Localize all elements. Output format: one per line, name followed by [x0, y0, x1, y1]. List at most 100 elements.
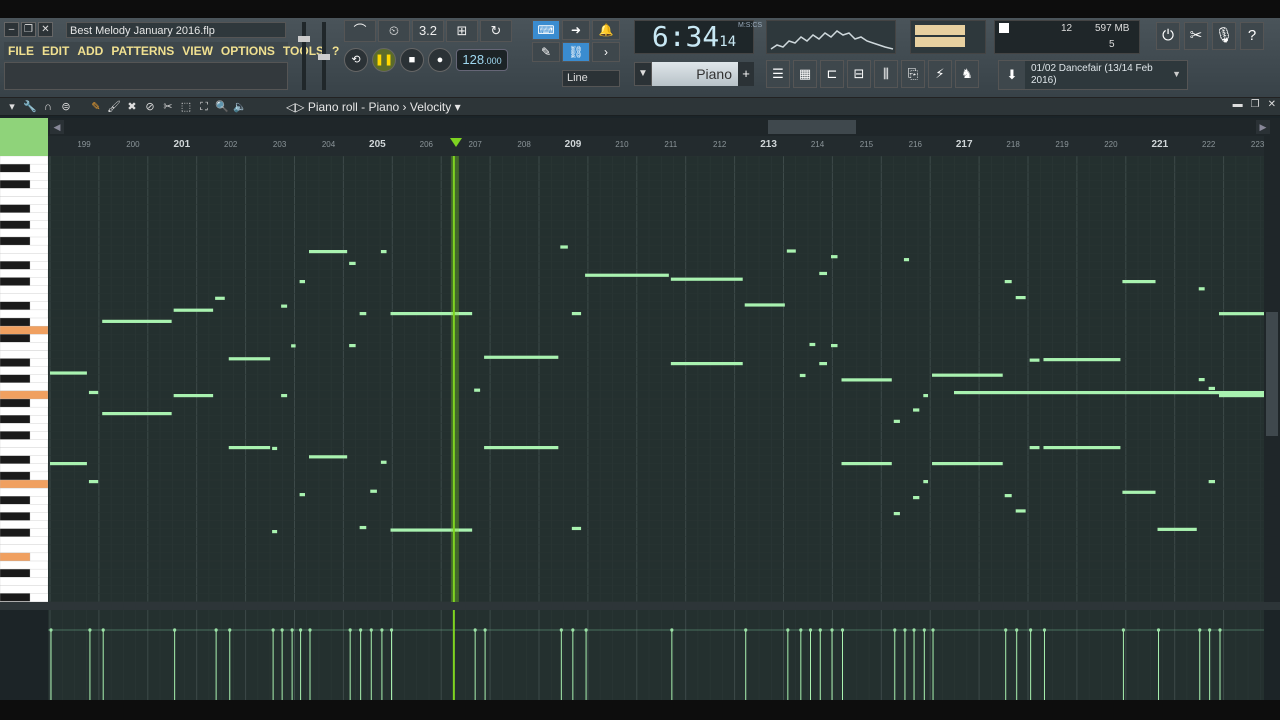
note[interactable]	[1004, 280, 1012, 284]
black-key[interactable]	[0, 204, 31, 213]
piano-keyboard[interactable]	[0, 118, 48, 602]
vscroll-thumb[interactable]	[1266, 312, 1278, 436]
white-key[interactable]	[0, 406, 48, 416]
volume-knob[interactable]	[298, 36, 310, 42]
timeline-ruler[interactable]: 199 200 201 202 203 204 205 206 207 208 209 210 211 2…	[48, 136, 1264, 156]
note[interactable]	[281, 304, 288, 308]
note[interactable]	[50, 462, 87, 466]
record-button[interactable]: ●	[428, 48, 452, 72]
note[interactable]	[309, 250, 348, 254]
black-key[interactable]	[0, 512, 31, 521]
menu-help[interactable]: ?	[328, 42, 343, 60]
play-target-icon[interactable]: ◁▷	[286, 100, 304, 114]
playlist-icon[interactable]: ☰	[766, 60, 790, 88]
note[interactable]	[809, 342, 816, 347]
brush-icon[interactable]: ✎	[532, 42, 560, 62]
note[interactable]	[102, 319, 172, 323]
note-canvas[interactable]	[48, 156, 1264, 602]
white-key[interactable]	[0, 244, 48, 254]
piano-keys[interactable]	[0, 156, 48, 602]
note[interactable]	[670, 362, 743, 366]
black-key[interactable]	[0, 163, 31, 173]
channel-selector[interactable]: ▼ Piano +	[634, 62, 754, 86]
note[interactable]	[841, 378, 892, 382]
power-icon[interactable]: ⏻	[1156, 22, 1180, 50]
note[interactable]	[831, 255, 838, 259]
event-target-dropdown-icon[interactable]: ▾	[455, 100, 461, 114]
restore-icon[interactable]: ❐	[21, 22, 36, 37]
piano-roll-name[interactable]: Piano roll - Piano	[308, 100, 399, 114]
scroll-left-icon[interactable]: ◀	[50, 120, 64, 134]
stamp-icon[interactable]: ⊜	[58, 99, 74, 115]
black-key[interactable]	[0, 374, 31, 383]
note[interactable]	[819, 271, 828, 276]
note[interactable]	[923, 393, 929, 398]
black-key[interactable]	[0, 455, 31, 464]
note[interactable]	[370, 489, 377, 493]
white-key[interactable]	[0, 342, 48, 351]
note[interactable]	[88, 390, 99, 395]
note[interactable]	[831, 344, 838, 348]
menu-add[interactable]: ADD	[73, 42, 107, 60]
note[interactable]	[571, 526, 582, 531]
white-key[interactable]	[0, 544, 48, 554]
note[interactable]	[1029, 446, 1040, 450]
pitch-knob[interactable]	[318, 54, 330, 60]
minimize-icon[interactable]: –	[4, 22, 19, 37]
pr-close-icon[interactable]: ✕	[1268, 99, 1276, 110]
browser-icon[interactable]: ⊟	[847, 60, 871, 88]
paintbrush-icon[interactable]: 🖌	[106, 99, 122, 115]
white-key[interactable]	[0, 285, 48, 294]
playhead-marker[interactable]	[449, 138, 462, 147]
note[interactable]	[390, 528, 473, 532]
velocity-lane[interactable]	[48, 610, 1264, 700]
note[interactable]	[799, 373, 806, 378]
note[interactable]	[923, 480, 929, 484]
note[interactable]	[841, 462, 892, 466]
note[interactable]	[1208, 480, 1215, 484]
stop-button[interactable]: ■	[400, 48, 424, 72]
loop-record-icon[interactable]: ↻	[480, 20, 512, 42]
plugin-icon[interactable]: ⚡	[928, 60, 952, 88]
note[interactable]	[1218, 312, 1264, 316]
close-icon[interactable]: ✕	[38, 22, 53, 37]
horizontal-scrollbar[interactable]: ◀ ▶	[48, 118, 1280, 136]
pattern-length-button[interactable]: 3.2	[412, 20, 444, 42]
black-key[interactable]	[0, 593, 31, 602]
news-dropdown-icon[interactable]: ▼	[1172, 69, 1181, 79]
note[interactable]	[359, 525, 367, 530]
more-icon[interactable]: ›	[592, 42, 620, 62]
note[interactable]	[1122, 490, 1156, 494]
tempo-display[interactable]: 128.000	[456, 49, 508, 71]
metronome-icon[interactable]: ⌒	[344, 20, 376, 42]
note[interactable]	[390, 312, 473, 316]
news-panel[interactable]: ⬇ 01/02 Dancefair (13/14 Feb 2016) ▼	[998, 60, 1188, 90]
white-key[interactable]	[0, 577, 48, 586]
white-key[interactable]	[0, 293, 48, 302]
menu-patterns[interactable]: PATTERNS	[107, 42, 178, 60]
pattern-song-toggle-icon[interactable]: ⟲	[344, 48, 368, 72]
white-key[interactable]	[0, 479, 48, 489]
white-key[interactable]	[0, 439, 48, 448]
note[interactable]	[744, 303, 785, 307]
menu-file[interactable]: FILE	[4, 42, 38, 60]
options-arrow-icon[interactable]: ▾	[4, 99, 20, 115]
speaker-icon[interactable]: 🔈	[232, 99, 248, 115]
note[interactable]	[359, 312, 367, 316]
note[interactable]	[228, 357, 271, 361]
download-icon[interactable]: ⬇	[999, 61, 1025, 89]
white-key[interactable]	[0, 269, 48, 278]
note[interactable]	[228, 446, 271, 450]
settings-icon[interactable]: ✂	[1184, 22, 1208, 50]
note[interactable]	[1198, 287, 1205, 291]
scroll-right-icon[interactable]: ▶	[1256, 120, 1270, 134]
black-key[interactable]	[0, 431, 31, 440]
black-key[interactable]	[0, 236, 31, 246]
channel-dropdown-icon[interactable]: ▼	[634, 62, 652, 86]
white-key[interactable]	[0, 366, 48, 375]
pencil-icon[interactable]: ✎	[88, 99, 104, 115]
note[interactable]	[291, 344, 296, 348]
menu-edit[interactable]: EDIT	[38, 42, 73, 60]
white-key[interactable]	[0, 585, 48, 594]
note[interactable]	[670, 277, 743, 281]
